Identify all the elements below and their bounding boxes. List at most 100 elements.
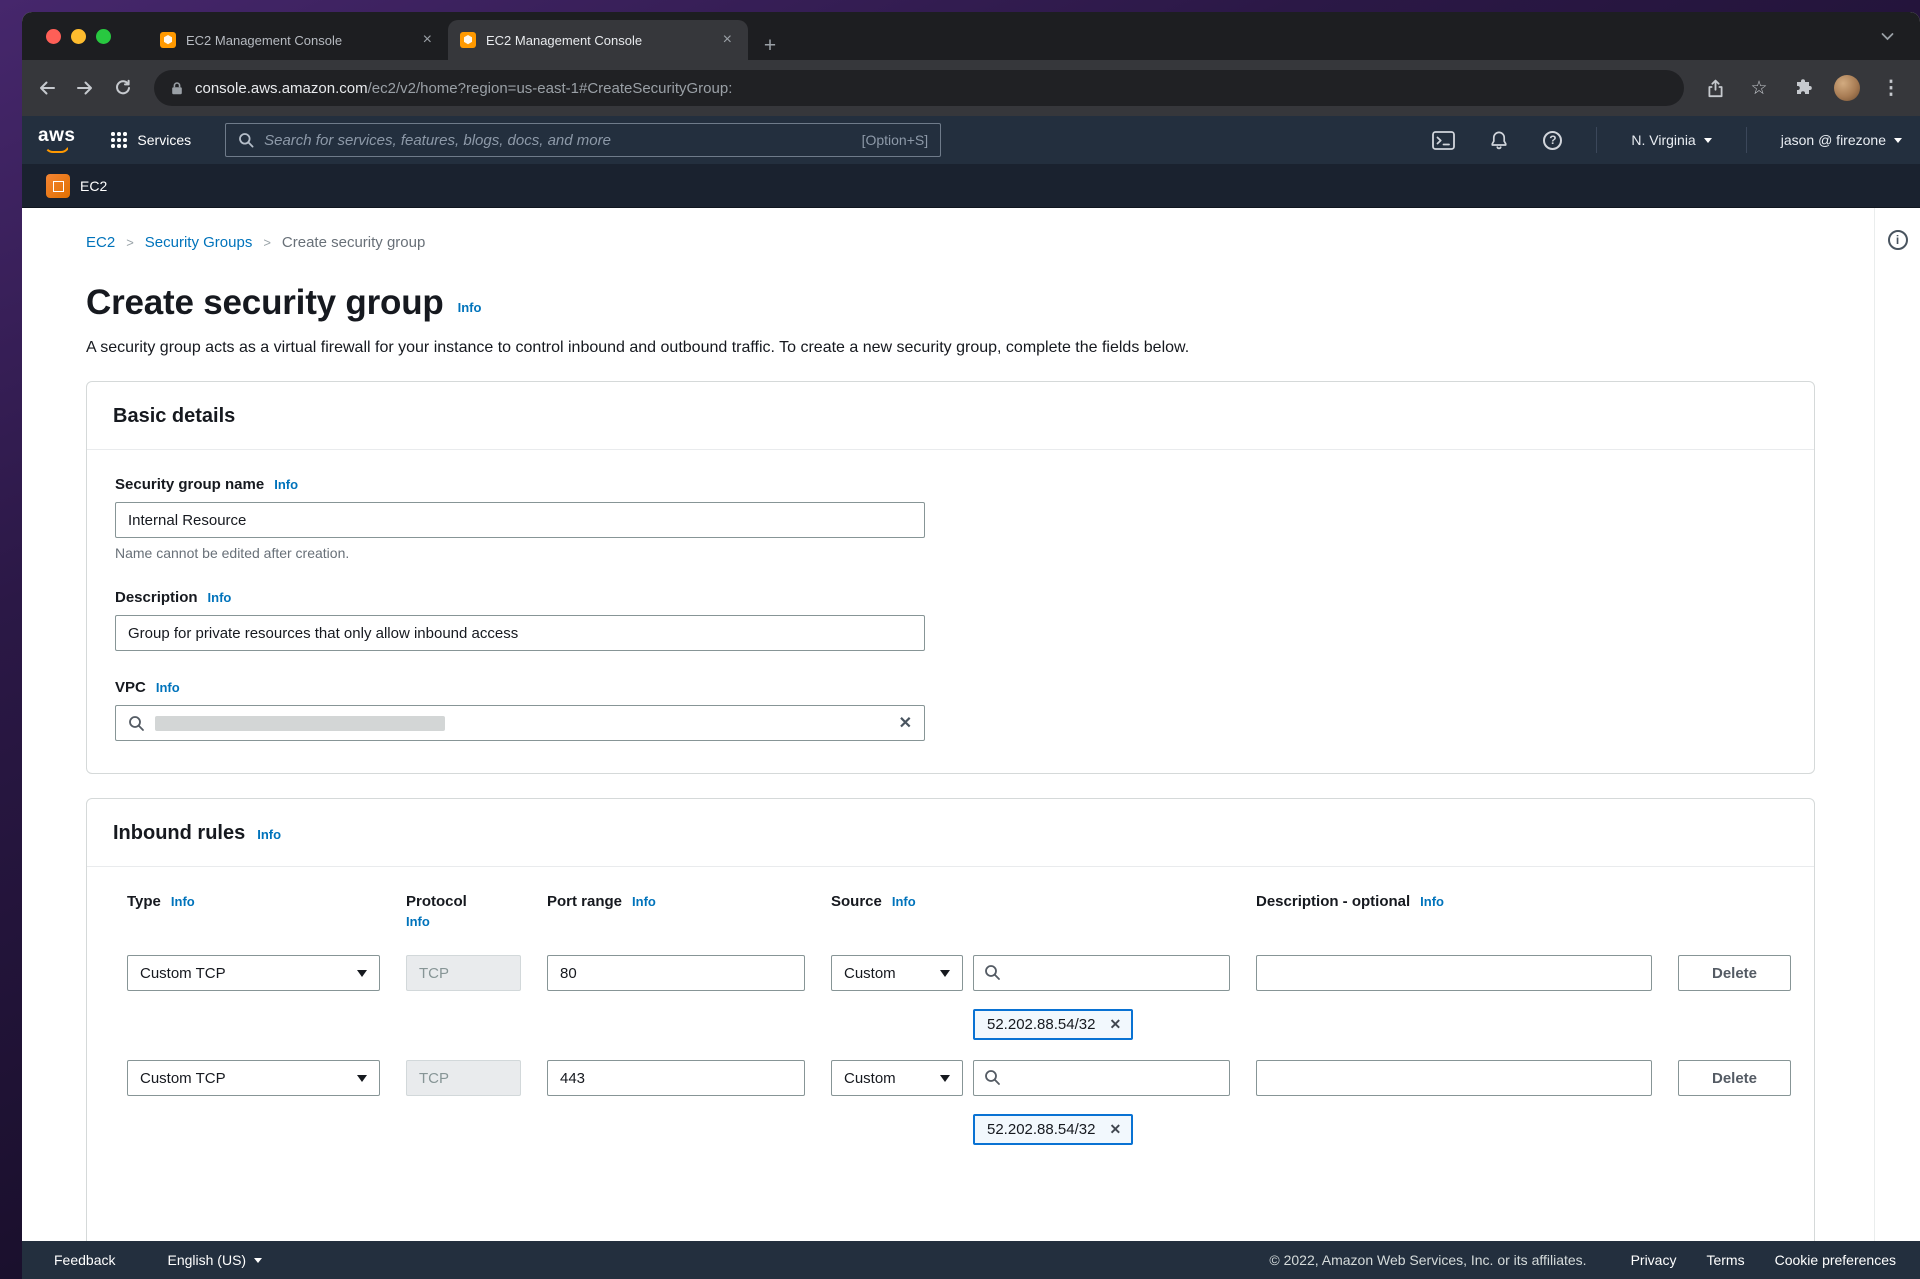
title-row: Create security group Info [86,283,1815,323]
security-group-name-field: Security group name Info Name cannot be … [115,476,1786,561]
back-button[interactable] [28,69,66,107]
account-menu[interactable]: jason @ firezone [1781,132,1902,148]
description-info-link[interactable]: Info [208,590,232,605]
tab-title: EC2 Management Console [486,33,709,48]
aws-favicon [460,32,476,48]
name-info-link[interactable]: Info [274,477,298,492]
minimize-window-button[interactable] [71,29,86,44]
privacy-link[interactable]: Privacy [1631,1252,1677,1268]
type-select[interactable]: Custom TCP [127,1060,380,1096]
feedback-link[interactable]: Feedback [54,1252,115,1268]
new-tab-button[interactable]: + [756,32,784,60]
chevron-down-icon [1894,138,1902,143]
card-title: Basic details [113,405,235,428]
description-input[interactable] [115,615,925,651]
rule-description-input[interactable] [1256,955,1652,991]
col-description-label: Description - optional [1256,893,1410,910]
language-selector[interactable]: English (US) [167,1252,262,1268]
help-panel-rail: i [1874,208,1920,1241]
col-port-range-label: Port range [547,893,622,910]
main-column: EC2 > Security Groups > Create security … [22,208,1920,1241]
source-info-link[interactable]: Info [892,894,916,909]
account-label: jason @ firezone [1781,132,1886,148]
inbound-rules-body: Type Info Protocol Info Port range Info [87,867,1814,1241]
url-host: console.aws.amazon.com [195,80,368,97]
source-search-input[interactable] [973,1060,1230,1096]
description-info-link[interactable]: Info [1420,894,1444,909]
tab-strip: EC2 Management Console × EC2 Management … [22,12,1920,60]
vpc-field: VPC Info ✕ [115,679,1786,741]
reload-button[interactable] [104,69,142,107]
tab-title: EC2 Management Console [186,33,409,48]
info-panel-toggle[interactable]: i [1888,230,1908,250]
browser-tab-2[interactable]: EC2 Management Console × [448,20,748,60]
question-icon: ? [1543,131,1562,150]
inbound-rules-info-link[interactable]: Info [257,827,281,842]
breadcrumb-ec2[interactable]: EC2 [86,234,115,251]
browser-menu-button[interactable]: ⋮ [1872,69,1910,107]
title-info-link[interactable]: Info [458,300,482,315]
aws-nav-right: ? N. Virginia jason @ firezone [1432,127,1902,153]
name-label: Security group name [115,476,264,493]
delete-rule-button[interactable]: Delete [1678,1060,1791,1096]
aws-logo[interactable]: aws [38,127,75,153]
help-button[interactable]: ? [1543,131,1562,150]
source-tag-row: 52.202.88.54/32 ✕ [973,1114,1774,1145]
source-search [973,955,1230,991]
cookie-preferences-link[interactable]: Cookie preferences [1775,1252,1896,1268]
browser-window: EC2 Management Console × EC2 Management … [22,12,1920,1279]
region-selector[interactable]: N. Virginia [1631,132,1711,148]
card-title: Inbound rules [113,822,245,845]
favorite-ec2[interactable]: EC2 [46,174,107,198]
port-range-input[interactable] [547,955,805,991]
inbound-rules-header: Inbound rules Info [87,799,1814,867]
source-select[interactable]: Custom [831,955,963,991]
port-range-info-link[interactable]: Info [632,894,656,909]
source-select[interactable]: Custom [831,1060,963,1096]
aws-console-nav: aws Services [Option+S] ? N. Virginia [22,116,1920,164]
console-search[interactable]: [Option+S] [225,123,941,157]
security-group-name-input[interactable] [115,502,925,538]
extensions-button[interactable] [1784,69,1822,107]
notifications-button[interactable] [1489,130,1509,151]
profile-button[interactable] [1828,69,1866,107]
breadcrumb-security-groups[interactable]: Security Groups [145,234,253,251]
inbound-rules-card: Inbound rules Info Type Info Protocol In… [86,798,1815,1241]
tab-search-chevron-icon[interactable] [1881,32,1894,41]
close-window-button[interactable] [46,29,61,44]
rule-description-input[interactable] [1256,1060,1652,1096]
clear-vpc-icon[interactable]: ✕ [899,713,912,733]
terms-link[interactable]: Terms [1706,1252,1744,1268]
close-tab-icon[interactable]: × [719,30,736,50]
copyright-text: © 2022, Amazon Web Services, Inc. or its… [1269,1252,1586,1268]
search-icon [984,964,1001,981]
source-cidr-tag: 52.202.88.54/32 ✕ [973,1114,1133,1145]
type-info-link[interactable]: Info [171,894,195,909]
source-search-input[interactable] [973,955,1230,991]
delete-rule-button[interactable]: Delete [1678,955,1791,991]
vpc-info-link[interactable]: Info [156,680,180,695]
forward-button[interactable] [66,69,104,107]
bookmark-star-button[interactable]: ☆ [1740,69,1778,107]
zoom-window-button[interactable] [96,29,111,44]
chevron-down-icon [254,1258,262,1263]
page-intro: A security group acts as a virtual firew… [86,339,1815,357]
description-field: Description Info [115,589,1786,651]
remove-tag-icon[interactable]: ✕ [1109,1121,1121,1138]
url-bar[interactable]: console.aws.amazon.com/ec2/v2/home?regio… [154,70,1684,106]
puzzle-icon [1794,79,1812,97]
cloudshell-button[interactable] [1432,131,1455,150]
port-range-input[interactable] [547,1060,805,1096]
services-menu-button[interactable]: Services [103,126,199,154]
basic-details-card: Basic details Security group name Info N… [86,381,1815,774]
close-tab-icon[interactable]: × [419,30,436,50]
share-button[interactable] [1696,69,1734,107]
col-protocol-label: Protocol [406,893,467,910]
aws-favicon [160,32,176,48]
browser-tab-1[interactable]: EC2 Management Console × [148,20,448,60]
console-search-input[interactable] [264,132,851,149]
remove-tag-icon[interactable]: ✕ [1109,1016,1121,1033]
protocol-info-link[interactable]: Info [406,914,430,929]
type-select[interactable]: Custom TCP [127,955,380,991]
vpc-select-input[interactable]: ✕ [115,705,925,741]
